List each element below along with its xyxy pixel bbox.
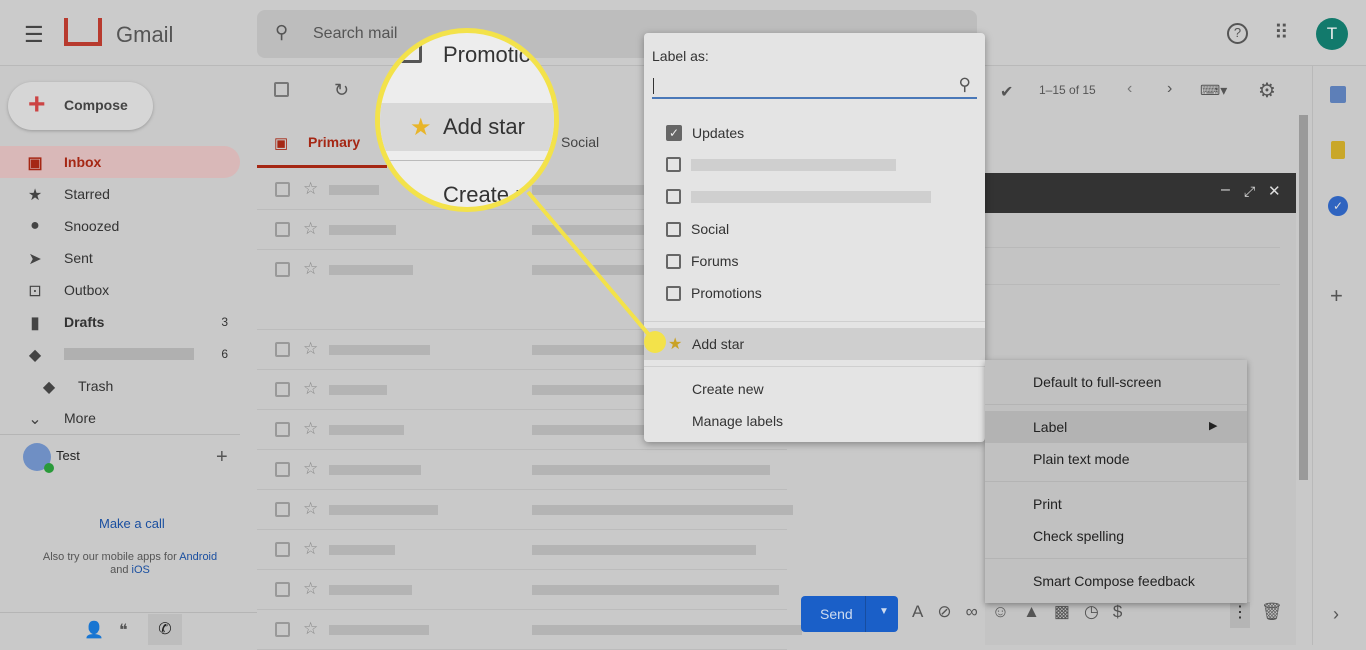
callout-line	[526, 190, 666, 353]
divider	[380, 160, 554, 161]
magnifier-callout: Promotio ★ Add star Create n	[375, 28, 559, 212]
checkbox	[400, 41, 422, 63]
magnified-promotions: Promotio	[443, 42, 532, 67]
magnified-create-new: Create n	[443, 182, 528, 207]
magnified-add-star-label: Add star	[443, 114, 525, 139]
star-icon: ★	[410, 114, 432, 141]
magnified-add-star: ★ Add star	[380, 103, 554, 151]
